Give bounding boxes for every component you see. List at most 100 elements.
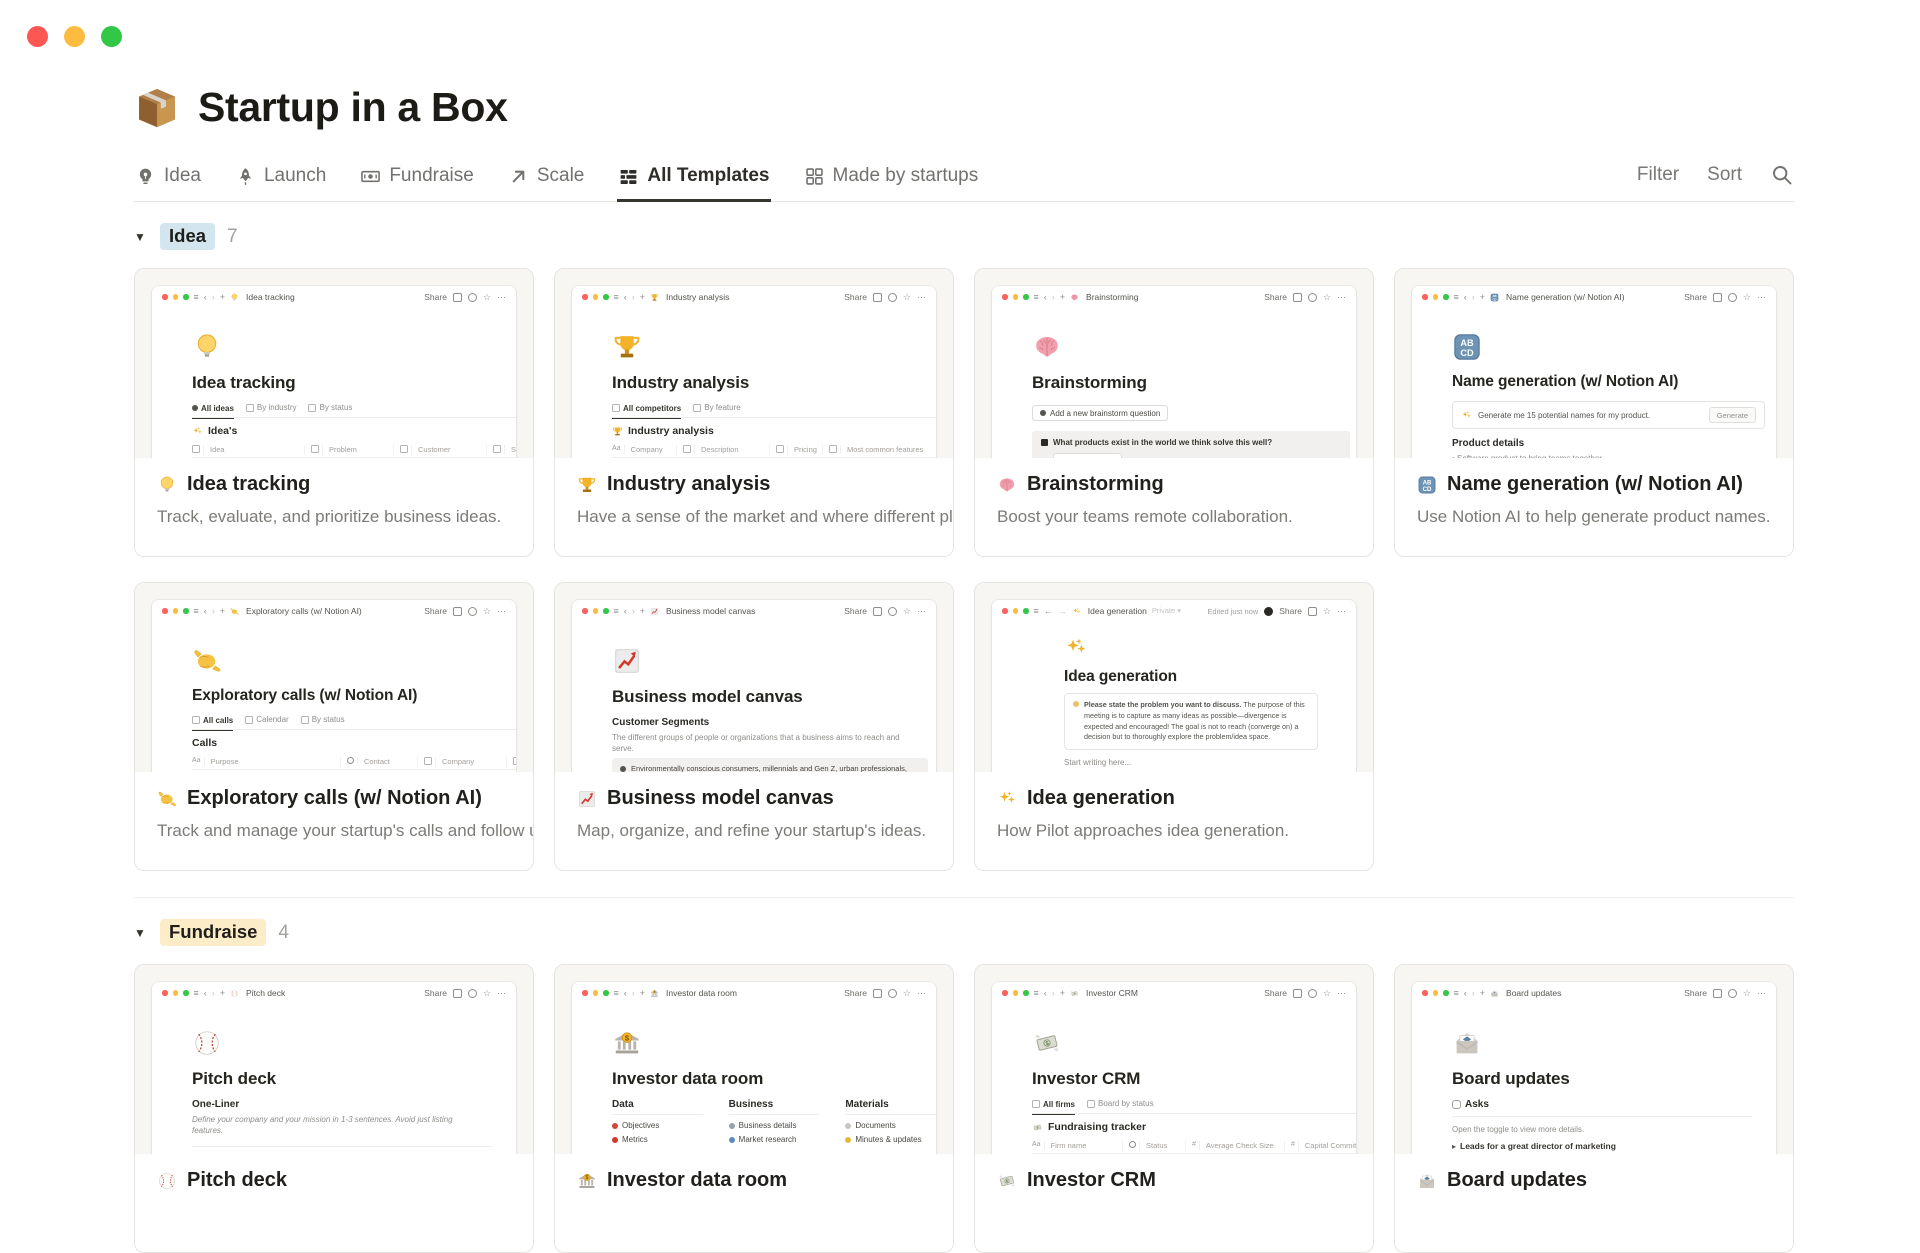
template-card-industry-analysis[interactable]: ≡ ‹ › + Industry analysis Share ☆ ··· Industr… <box>554 268 954 557</box>
template-card-pitch-deck[interactable]: ≡ ‹ › + Pitch deck Share ☆ ··· Pitch deck One… <box>134 964 534 1253</box>
back-icon: ‹ <box>1463 291 1467 302</box>
sparkles-emoji-icon <box>1064 636 1088 660</box>
mini-page-title: Brainstorming <box>1086 292 1139 302</box>
mini-subheading: Product details <box>1452 438 1525 449</box>
tab-launch[interactable]: Launch <box>234 157 327 202</box>
section-badge: Fundraise <box>160 919 267 946</box>
lightbulb-emoji-icon <box>157 475 177 495</box>
share-label: Share <box>1684 988 1707 998</box>
menu-icon: ≡ <box>1033 605 1039 616</box>
plus-icon: + <box>1479 291 1486 302</box>
collapse-toggle-icon[interactable]: ▼ <box>134 230 160 244</box>
add-an-idea-button: Add an idea <box>1053 453 1122 458</box>
callout-block: Environmentally conscious consumers, mil… <box>612 758 928 772</box>
sort-button[interactable]: Sort <box>1707 164 1742 186</box>
grid-icon <box>618 166 639 187</box>
arrow-up-right-icon <box>508 166 529 187</box>
tab-fundraise[interactable]: Fundraise <box>359 157 475 202</box>
star-icon: ☆ <box>482 291 491 302</box>
money-with-wings-emoji-icon <box>1032 1122 1043 1133</box>
mini-titlebar: ≡ ‹ › + Exploratory calls (w/ Notion AI) Sh… <box>152 600 516 620</box>
card-footer: Exploratory calls (w/ Notion AI) Track a… <box>135 772 533 870</box>
share-label: Share <box>844 292 867 302</box>
filter-button[interactable]: Filter <box>1637 164 1679 186</box>
traffic-lights <box>27 26 122 47</box>
plus-icon: + <box>639 291 646 302</box>
tab-all-templates[interactable]: All Templates <box>617 157 771 202</box>
forward-icon: › <box>211 291 215 302</box>
trophy-emoji-icon <box>612 426 623 437</box>
board-icon <box>1087 1099 1096 1108</box>
plus-icon: + <box>219 605 226 616</box>
template-card-investor-crm[interactable]: ≡ ‹ › + Investor CRM Share ☆ ··· Investor CRM… <box>974 964 1374 1253</box>
template-card-business-model-canvas[interactable]: ≡ ‹ › + Business model canvas Share ☆ ··· Bus… <box>554 582 954 871</box>
divider <box>192 1146 492 1148</box>
lightbulb-emoji-icon <box>230 293 239 302</box>
more-icon: ··· <box>497 987 506 998</box>
mini-heading: Exploratory calls (w/ Notion AI) <box>192 687 418 704</box>
mini-window-preview: ≡ ‹ › + Pitch deck Share ☆ ··· Pitch deck One… <box>152 982 516 1154</box>
sparkles-emoji-icon <box>192 426 203 437</box>
mini-close-dot <box>162 294 168 300</box>
back-icon: ‹ <box>1043 987 1047 998</box>
section-count: 4 <box>278 921 289 943</box>
rocket-icon <box>235 166 256 187</box>
card-preview: ≡ ‹ › + Industry analysis Share ☆ ··· Industr… <box>555 269 953 458</box>
toggle-item: ▸ Leads for a great director of marketing <box>1452 1141 1616 1152</box>
template-card-board-updates[interactable]: ≡ ‹ › + Board updates Share ☆ ··· Board updat… <box>1394 964 1794 1253</box>
lightbulb-icon <box>1073 701 1079 707</box>
mini-db-title: Industry analysis <box>612 425 936 437</box>
card-footer: Idea generation How Pilot approaches ide… <box>975 772 1373 870</box>
mini-window-preview: ≡ ‹ › + Business model canvas Share ☆ ··· Bus… <box>572 600 936 772</box>
comment-icon <box>872 988 882 998</box>
more-icon: ··· <box>497 291 506 302</box>
menu-icon: ≡ <box>1033 291 1039 302</box>
dart-icon <box>612 1122 618 1129</box>
search-icon[interactable] <box>1770 163 1794 187</box>
zoom-window-dot[interactable] <box>101 26 122 47</box>
mini-zoom-dot <box>183 294 189 300</box>
card-preview: ≡ ‹ › + Board updates Share ☆ ··· Board updat… <box>1395 965 1793 1154</box>
template-card-idea-tracking[interactable]: ≡ ‹ › + Idea tracking Share ☆ ··· Idea tracki… <box>134 268 534 557</box>
tab-idea[interactable]: Idea <box>134 157 202 202</box>
add-brainstorm-question-button: Add a new brainstorm question <box>1032 405 1169 421</box>
clock-icon <box>467 292 477 302</box>
back-icon: ← <box>1043 605 1053 616</box>
call-me-hand-emoji-icon <box>230 607 239 616</box>
bank-emoji-icon <box>650 989 659 998</box>
callout-block: Please state the problem you want to dis… <box>1064 693 1318 751</box>
bullet-item: • Software product to bring teams togeth… <box>1452 453 1776 458</box>
comment-icon <box>1712 292 1722 302</box>
mini-heading: Investor CRM <box>1032 1069 1141 1088</box>
star-icon: ☆ <box>1322 291 1331 302</box>
template-card-brainstorming[interactable]: ≡ ‹ › + Brainstorming Share ☆ ··· Brainstormi… <box>974 268 1374 557</box>
generate-button: Generate <box>1708 407 1756 423</box>
more-icon: ··· <box>917 605 926 616</box>
mini-titlebar: ≡ ‹ › + Idea tracking Share ☆ ··· <box>152 286 516 306</box>
forward-icon: › <box>1471 987 1475 998</box>
chart-increasing-emoji-icon <box>577 789 597 809</box>
section-count: 7 <box>227 225 238 247</box>
comment-icon <box>1292 292 1302 302</box>
mini-titlebar: ≡ ← → Idea generation Private ▾ Edited jus… <box>992 600 1356 620</box>
template-card-exploratory-calls[interactable]: ≡ ‹ › + Exploratory calls (w/ Notion AI) Sh… <box>134 582 534 871</box>
squares-icon <box>804 166 825 187</box>
star-icon: ☆ <box>1742 291 1751 302</box>
card-footer: Investor CRM <box>975 1154 1373 1252</box>
card-description: Track, evaluate, and prioritize business… <box>157 507 502 526</box>
collapse-toggle-icon[interactable]: ▼ <box>134 926 160 940</box>
mini-subheading: Customer Segments <box>612 717 710 728</box>
tab-scale[interactable]: Scale <box>507 157 586 202</box>
table-icon <box>612 404 620 412</box>
tab-made-by-startups[interactable]: Made by startups <box>803 157 980 202</box>
card-footer: Name generation (w/ Notion AI) Use Notio… <box>1395 458 1793 556</box>
view-icon <box>192 405 198 411</box>
template-card-investor-data-room[interactable]: ≡ ‹ › + Investor data room Share ☆ ··· Invest… <box>554 964 954 1253</box>
close-window-dot[interactable] <box>27 26 48 47</box>
share-label: Share <box>1279 606 1302 616</box>
template-card-idea-generation[interactable]: ≡ ← → Idea generation Private ▾ Edited jus… <box>974 582 1374 871</box>
template-card-name-generation[interactable]: ≡ ‹ › + Name generation (w/ Notion AI) Shar… <box>1394 268 1794 557</box>
card-title: Investor data room <box>607 1169 788 1191</box>
minimize-window-dot[interactable] <box>64 26 85 47</box>
card-title: Brainstorming <box>1027 473 1164 495</box>
